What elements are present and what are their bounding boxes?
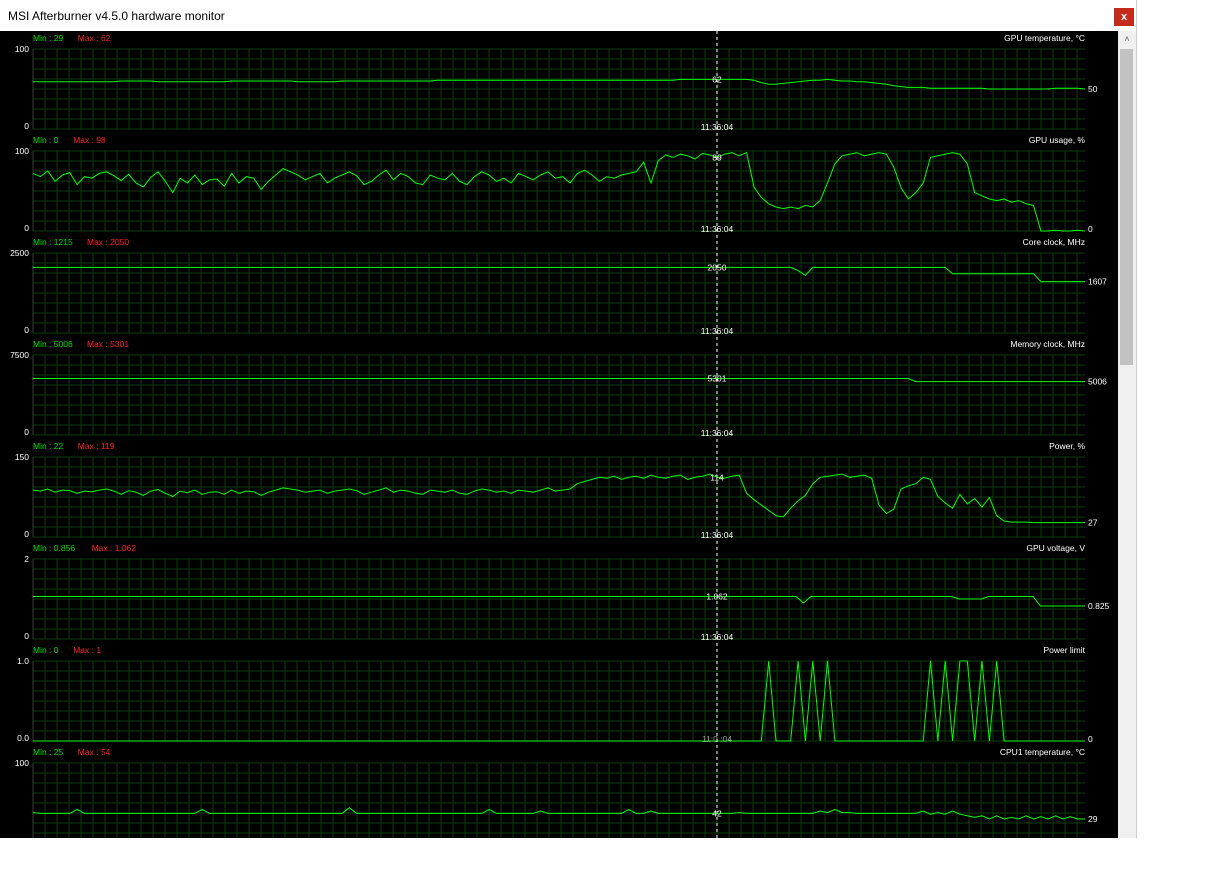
vertical-scrollbar[interactable]: ˄ xyxy=(1118,31,1136,838)
y-min-label: 0.0 xyxy=(17,733,29,743)
max-label: Max : 62 xyxy=(78,33,111,43)
panel-title: Power, % xyxy=(1049,441,1085,451)
current-value-label: 0 xyxy=(1088,734,1093,744)
max-label: Max : 1 xyxy=(73,645,101,655)
data-line xyxy=(32,473,1085,524)
scroll-up-arrow-icon[interactable]: ˄ xyxy=(1118,31,1136,48)
close-button[interactable]: x xyxy=(1114,8,1134,26)
data-line xyxy=(33,78,1086,90)
panel-title: Memory clock, MHz xyxy=(1010,339,1085,349)
y-min-label: 0 xyxy=(24,121,29,131)
min-label: Min : 0 xyxy=(33,645,59,655)
graph-panel: Min : 5006 Max : 5301 Memory clock, MHz 750… xyxy=(10,339,1107,438)
max-label: Max : 2050 xyxy=(87,237,129,247)
monitor-graph-area[interactable]: Min : 29 Max : 62 GPU temperature, °C 100 0 6… xyxy=(0,31,1118,838)
monitor-graphs: Min : 29 Max : 62 GPU temperature, °C10006… xyxy=(10,31,1110,838)
max-label: Max : 54 xyxy=(78,747,111,757)
app-window: MSI Afterburner v4.5.0 hardware monitor … xyxy=(0,0,1137,838)
current-value-label: 0 xyxy=(1088,224,1093,234)
data-line xyxy=(33,266,1085,283)
min-label: Min : 5006 xyxy=(33,339,73,349)
graph-panel: Min : 0 Max : 1 Power limit1.00.0 011:0 :04 xyxy=(17,645,1093,744)
y-max-label: 100 xyxy=(15,44,29,54)
max-label: Max : 119 xyxy=(78,441,115,451)
title-bar[interactable]: MSI Afterburner v4.5.0 hardware monitor … xyxy=(0,0,1136,31)
y-min-label: 0 xyxy=(24,427,29,437)
panel-title: GPU usage, % xyxy=(1029,135,1086,145)
min-label: Min : 25 xyxy=(33,747,64,757)
min-label: Min : 22 xyxy=(33,441,64,451)
y-max-label: 100 xyxy=(15,146,29,156)
y-min-label: 0 xyxy=(24,631,29,641)
y-max-label: 2500 xyxy=(10,248,29,258)
graph-panel: Min : 0.856 Max : 1.062 GPU voltage, V201.… xyxy=(24,543,1109,642)
y-max-label: 100 xyxy=(15,758,29,768)
graph-panel: Min : 0 Max : 98 GPU usage, %100089011:36:… xyxy=(15,135,1093,234)
max-label: Max : 5301 xyxy=(87,339,129,349)
panel-title: Power limit xyxy=(1043,645,1085,655)
y-min-label: 0 xyxy=(24,325,29,335)
min-label: Min : 1215 xyxy=(33,237,73,247)
current-value-label: 50 xyxy=(1088,84,1098,94)
current-value-label: 1607 xyxy=(1088,277,1107,287)
graph-panel: Min : 25 Max : 54 CPU1 temperature, °C1004… xyxy=(15,747,1098,838)
y-min-label: 0 xyxy=(24,529,29,539)
max-label: Max : 98 xyxy=(73,135,106,145)
panel-title: CPU1 temperature, °C xyxy=(1000,747,1085,757)
y-max-label: 1.0 xyxy=(17,656,29,666)
min-label: Min : 0.856 xyxy=(33,543,75,553)
current-value-label: 29 xyxy=(1088,814,1098,824)
current-value-label: 0.825 xyxy=(1088,601,1110,611)
data-line xyxy=(33,378,1085,383)
data-line xyxy=(33,596,1085,607)
graph-panel: Min : 22 Max : 119 Power, %15001142711:36:… xyxy=(15,441,1098,540)
y-max-label: 2 xyxy=(24,554,29,564)
graph-panel: Min : 29 Max : 62 GPU temperature, °C10006… xyxy=(15,33,1098,132)
panel-title: GPU temperature, °C xyxy=(1004,33,1085,43)
graph-panel: Min : 1215 Max : 2050 Core clock, MHz 2500 0… xyxy=(10,237,1107,336)
min-label: Min : 0 xyxy=(33,135,59,145)
y-max-label: 7500 xyxy=(10,350,29,360)
scroll-thumb[interactable] xyxy=(1120,49,1133,365)
min-label: Min : 29 xyxy=(33,33,64,43)
window-title: MSI Afterburner v4.5.0 hardware monitor xyxy=(8,9,225,23)
current-value-label: 27 xyxy=(1088,518,1098,528)
current-value-label: 5006 xyxy=(1088,377,1107,387)
y-min-label: 0 xyxy=(24,223,29,233)
panel-title: Core clock, MHz xyxy=(1023,237,1085,247)
max-label: Max : 1.062 xyxy=(92,543,137,553)
data-line xyxy=(32,151,1086,232)
panel-title: GPU voltage, V xyxy=(1026,543,1085,553)
y-max-label: 150 xyxy=(15,452,29,462)
